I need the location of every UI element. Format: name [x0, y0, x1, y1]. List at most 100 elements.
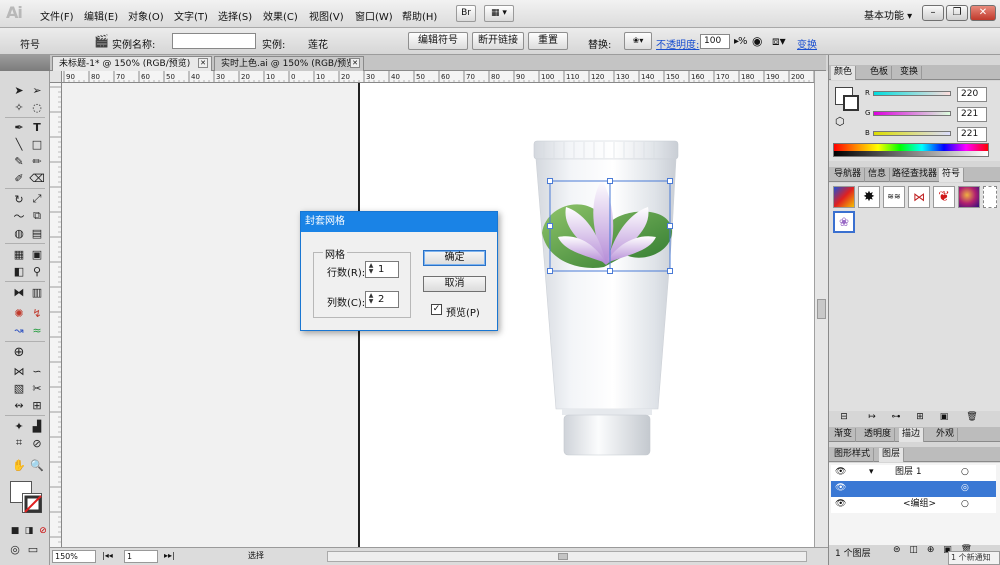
opacity-link[interactable]: 不透明度: — [656, 36, 699, 51]
break-link-icon[interactable]: ⊶ — [889, 412, 903, 424]
tab-navigator[interactable]: 导航器 — [831, 168, 866, 182]
cosmetic-tube-artwork[interactable] — [522, 133, 692, 463]
vertical-scrollbar[interactable] — [814, 71, 828, 547]
arrange-documents-button[interactable]: ▦ ▾ — [484, 5, 514, 22]
width-tool-icon[interactable]: ∽ — [28, 363, 46, 379]
ruler-origin[interactable] — [50, 71, 62, 83]
symbol-flame[interactable]: ❦ — [933, 186, 955, 208]
channel-g-slider[interactable] — [873, 111, 951, 116]
magic-wand-icon[interactable]: ✧ — [10, 99, 28, 115]
tab-gradient[interactable]: 渐变 — [831, 428, 857, 442]
symbol-ribbon[interactable]: ⋈ — [908, 186, 930, 208]
target-icon[interactable]: ○ — [961, 465, 969, 480]
reset-button[interactable]: 重置 — [528, 32, 568, 50]
crop-area-icon[interactable]: ⊞ — [28, 397, 46, 413]
channel-g-value[interactable]: 221 — [957, 107, 987, 122]
symbol-splatter[interactable]: ✸ — [858, 186, 880, 208]
replace-symbol-dropdown[interactable]: ❀▾ — [624, 32, 652, 50]
paintbrush-icon[interactable]: ✎ — [10, 153, 28, 169]
cube-icon[interactable]: ⬡ — [835, 115, 845, 128]
graph-icon[interactable]: ▟ — [28, 418, 46, 434]
eye-icon[interactable]: 👁 — [835, 465, 846, 480]
clip-mask-icon[interactable]: ◫ — [909, 545, 918, 555]
knife-tool-icon[interactable]: ↭ — [10, 397, 28, 413]
layer-row[interactable]: 👁 ▾ 图层 1 ○ — [831, 465, 996, 481]
delete-symbol-icon[interactable]: 🗑 — [965, 412, 979, 424]
symbol-shifter-icon[interactable]: ↯ — [28, 305, 46, 321]
sublayer-name[interactable]: <编组> — [903, 497, 936, 512]
scale-tool-icon[interactable]: ⤢ — [28, 191, 46, 207]
current-tool-status[interactable]: 选择 — [190, 550, 320, 563]
menu-window[interactable]: 窗口(W) — [355, 8, 393, 23]
horizontal-scrollbar[interactable] — [327, 551, 807, 562]
warp-tool-icon[interactable]: 〜 — [10, 208, 28, 224]
symbol-scruncher-icon[interactable]: ↝ — [10, 322, 28, 338]
scrollbar-thumb[interactable] — [558, 553, 568, 560]
rotate-tool-icon[interactable]: ↻ — [10, 191, 28, 207]
menu-object[interactable]: 对象(O) — [128, 8, 164, 23]
edit-symbol-button[interactable]: 编辑符号 — [408, 32, 468, 50]
tab-layers[interactable]: 图层 — [879, 448, 905, 462]
line-tool-icon[interactable]: ╲ — [10, 136, 28, 152]
slice-tool-icon[interactable]: ⋈ — [10, 363, 28, 379]
stroke-color-swatch[interactable] — [843, 95, 859, 111]
instance-name-input[interactable] — [172, 33, 256, 49]
stepper-arrows-icon[interactable]: ▲ ▼ — [367, 263, 375, 276]
toolbox-header[interactable] — [0, 55, 50, 71]
first-page-icon[interactable]: |◂◂ — [100, 550, 118, 563]
eraser-icon[interactable]: ⌫ — [28, 170, 46, 186]
column-graph-icon[interactable]: ▥ — [28, 284, 46, 300]
vertical-ruler[interactable] — [50, 83, 62, 547]
tab-graphic-styles[interactable]: 图形样式 — [831, 448, 875, 462]
bridge-button[interactable]: Br — [456, 5, 476, 22]
place-symbol-icon[interactable]: ↦ — [865, 412, 879, 424]
zoom-dropdown[interactable]: 150% — [52, 550, 96, 563]
columns-stepper[interactable]: ▲ ▼ 2 — [365, 291, 399, 308]
symbol-sizer-icon[interactable]: ≈ — [28, 322, 46, 338]
blend-tool-icon[interactable]: ⧓ — [10, 284, 28, 300]
menu-file[interactable]: 文件(F) — [40, 8, 74, 23]
symbol-lotus[interactable]: ❀ — [833, 211, 855, 233]
recolor-icon[interactable]: ◉ — [752, 34, 762, 48]
selection-tool-icon[interactable]: ➤ — [10, 82, 28, 98]
eraser-alt-icon[interactable]: ⊘ — [28, 435, 46, 451]
layer-row-selected[interactable]: 👁 ◎ — [831, 481, 996, 497]
draw-normal-icon[interactable]: ◎ — [6, 541, 24, 557]
blob-brush-icon[interactable]: ✐ — [10, 170, 28, 186]
preview-checkbox[interactable]: ✓ — [431, 304, 442, 315]
minimize-button[interactable]: – — [922, 5, 944, 21]
columns-value[interactable]: 2 — [378, 294, 384, 305]
chart-tool-icon[interactable]: ▧ — [10, 380, 28, 396]
live-paint-icon[interactable]: ▤ — [28, 225, 46, 241]
new-sublayer-icon[interactable]: ⊕ — [927, 545, 935, 555]
rows-stepper[interactable]: ▲ ▼ 1 — [365, 261, 399, 278]
tab-transform[interactable]: 变换 — [897, 66, 923, 80]
direct-selection-icon[interactable]: ➢ — [28, 82, 46, 98]
channel-r-slider[interactable] — [873, 91, 951, 96]
close-window-button[interactable]: ✕ — [970, 5, 996, 21]
dialog-title[interactable]: 封套网格 — [301, 212, 497, 232]
pencil-icon[interactable]: ✏ — [28, 153, 46, 169]
screen-mode-icon[interactable]: ▭ — [24, 541, 42, 557]
tab-untitled[interactable]: 未标题-1* @ 150% (RGB/预览) ✕ — [52, 56, 212, 71]
slice-select-icon[interactable]: ⌗ — [10, 435, 28, 451]
symbol-sprayer-icon[interactable]: ✺ — [10, 305, 28, 321]
rectangle-tool-icon[interactable]: □ — [28, 136, 46, 152]
target-icon[interactable]: ◎ — [961, 481, 969, 496]
workspace-switcher[interactable]: 基本功能 ▾ — [864, 7, 912, 22]
tab-stroke[interactable]: 描边 — [899, 428, 925, 442]
perspective-grid-icon[interactable]: ▦ — [10, 246, 28, 262]
transform-link[interactable]: 变换 — [797, 36, 817, 51]
close-icon[interactable]: ✕ — [198, 58, 208, 68]
horizontal-ruler[interactable]: 90 80 70 60 50 40 30 20 10 0 10 20 30 40 50 60 70 80 90 100… — [62, 71, 814, 83]
zoom-tool-icon[interactable]: 🔍 — [28, 457, 46, 473]
shape-builder-icon[interactable]: ◍ — [10, 225, 28, 241]
tab-transparency[interactable]: 透明度 — [861, 428, 896, 442]
menu-edit[interactable]: 编辑(E) — [84, 8, 118, 23]
page-number-field[interactable]: 1 — [124, 550, 158, 563]
free-transform-icon[interactable]: ⧉ — [28, 208, 46, 224]
pen-tool-icon[interactable]: ✒ — [10, 119, 28, 135]
break-link-button[interactable]: 断开链接 — [472, 32, 524, 50]
symbol-library-icon[interactable]: ⊟ — [837, 412, 851, 424]
channel-b-slider[interactable] — [873, 131, 951, 136]
